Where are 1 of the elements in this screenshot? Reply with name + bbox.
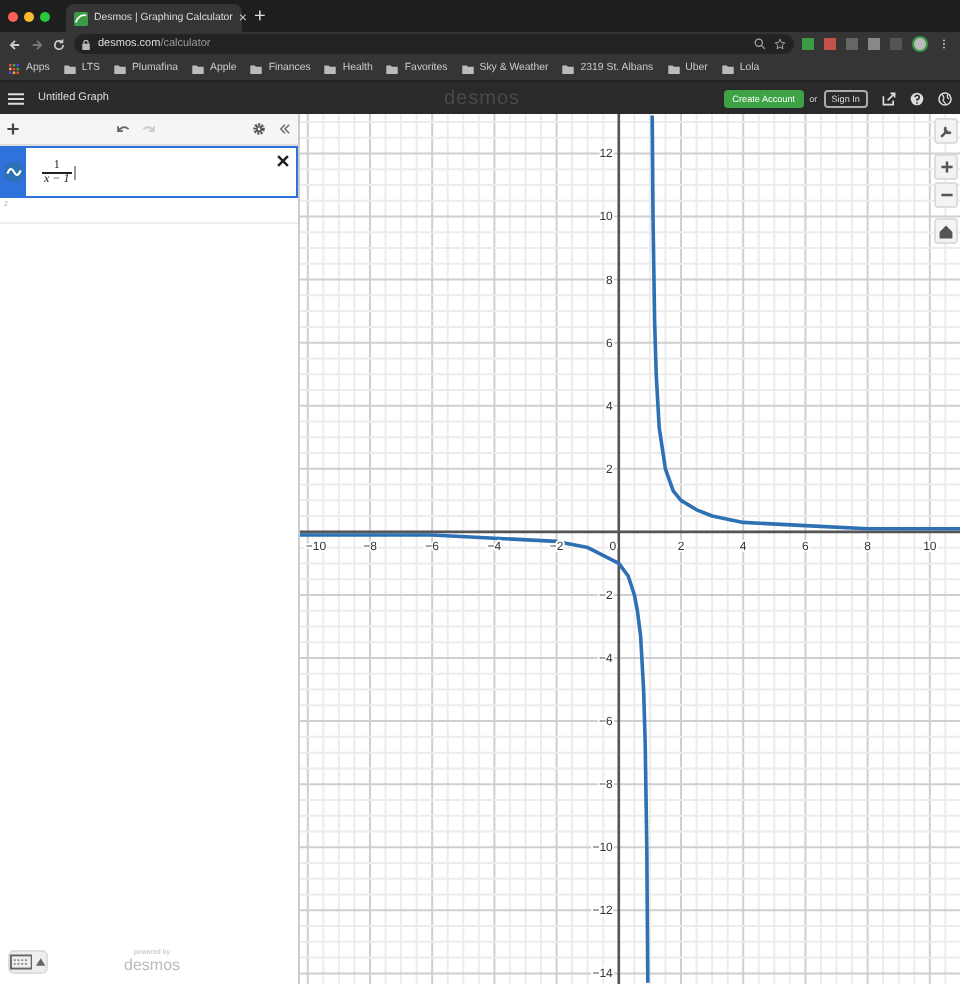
new-tab-button[interactable]: + [254,4,266,32]
